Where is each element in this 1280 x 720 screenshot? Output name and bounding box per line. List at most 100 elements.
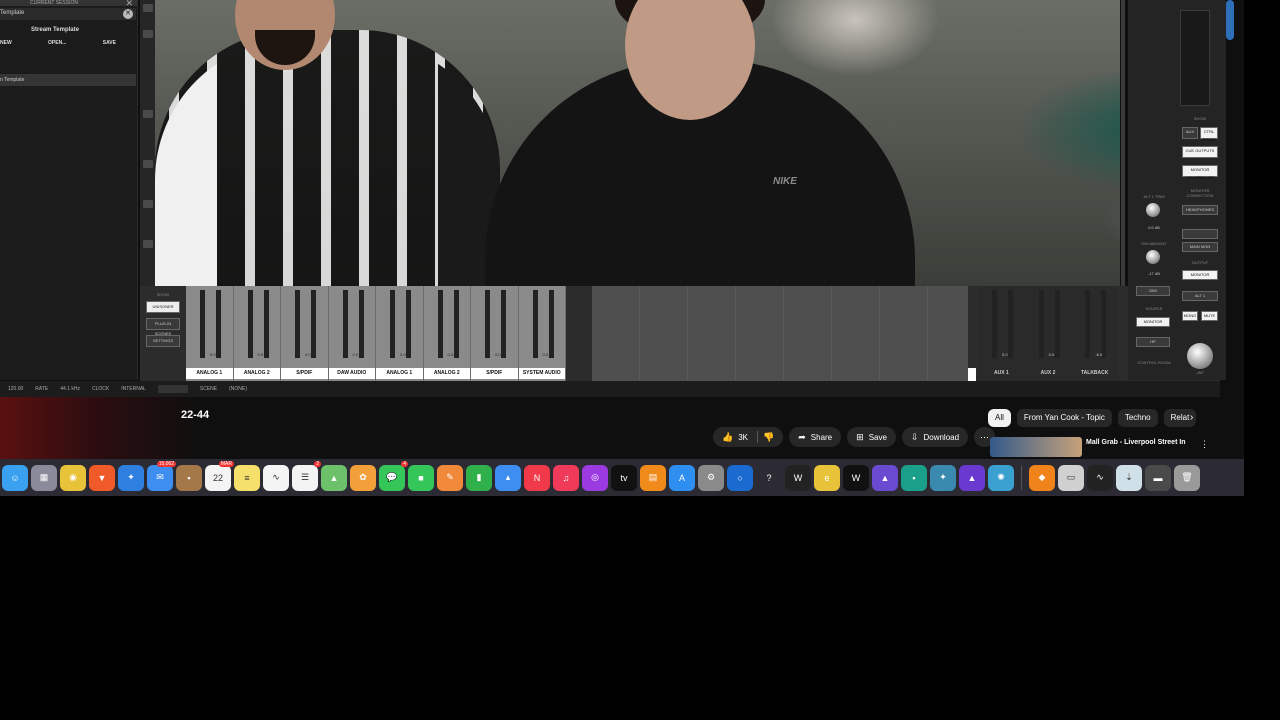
share-button[interactable]: ➦ Share bbox=[789, 427, 842, 447]
wsb-icon[interactable]: W bbox=[785, 464, 811, 491]
source-monitor-button[interactable]: MONITOR bbox=[1136, 317, 1170, 327]
monitor-output-button[interactable]: MONITOR bbox=[1182, 270, 1218, 280]
podcasts-icon[interactable]: ◎ bbox=[582, 464, 608, 491]
aux-strip[interactable]: 0.0 AUX 2 bbox=[1024, 286, 1072, 381]
strip-button[interactable] bbox=[143, 240, 153, 248]
facetime-icon[interactable]: ■ bbox=[408, 464, 434, 491]
channel-strip[interactable]: 0.0 ANALOG 2 bbox=[423, 286, 471, 381]
main-mon-button[interactable]: MAIN MON bbox=[1182, 242, 1218, 252]
mute-button[interactable]: MUTE bbox=[1201, 311, 1218, 321]
channel-strip[interactable]: 0.0 ANALOG 1 bbox=[186, 286, 234, 381]
notes-brown-icon[interactable]: ▪ bbox=[176, 464, 202, 491]
recommended-thumbnail[interactable] bbox=[990, 437, 1082, 457]
email-e-icon[interactable]: e bbox=[814, 464, 840, 491]
proton-icon[interactable]: ○ bbox=[727, 464, 753, 491]
alt1-button[interactable]: ALT 1 bbox=[1182, 291, 1218, 301]
photos-icon[interactable]: ✿ bbox=[350, 464, 376, 491]
ctrl-room-button[interactable]: CTRL ROOM bbox=[1200, 127, 1218, 142]
ua-console-icon[interactable]: ✦ bbox=[930, 464, 956, 491]
terminal-app-icon[interactable]: ▪ bbox=[901, 464, 927, 491]
news-icon[interactable]: N bbox=[524, 464, 550, 491]
channel-strip[interactable]: 0.0 S/PDIF bbox=[281, 286, 329, 381]
aux-strip[interactable]: 0.0 AUX 1 bbox=[978, 286, 1025, 381]
messages-icon[interactable]: 💬 4 bbox=[379, 460, 408, 491]
tempo-value[interactable]: 120.00 bbox=[8, 386, 23, 392]
mail-icon[interactable]: ✉ 15,062 bbox=[147, 460, 176, 491]
video-player[interactable]: NIKE bbox=[155, 0, 1120, 286]
cue-outputs-button[interactable]: CUE OUTPUTS bbox=[1182, 146, 1218, 158]
clear-icon[interactable]: ✕ bbox=[123, 9, 133, 19]
aux-strip[interactable]: -6.0 TALKBACK bbox=[1071, 286, 1119, 381]
chip-techno[interactable]: Techno bbox=[1117, 409, 1158, 427]
session-list-item[interactable]: n Template bbox=[0, 74, 136, 86]
mono-button[interactable]: MONO bbox=[1182, 311, 1198, 321]
open-button[interactable]: OPEN... bbox=[48, 40, 66, 46]
downloads-icon[interactable]: ⇣ bbox=[1116, 464, 1142, 491]
calendar-icon[interactable]: 22 MAR bbox=[205, 460, 234, 491]
strip-button[interactable] bbox=[143, 200, 153, 208]
channel-name[interactable]: ANALOG 1 bbox=[376, 368, 423, 379]
unisoner-button[interactable]: UNISONER bbox=[146, 301, 180, 313]
appstore-icon[interactable]: A bbox=[669, 464, 695, 491]
pages-icon[interactable]: ✎ bbox=[437, 464, 463, 491]
dim-amount-knob[interactable] bbox=[1146, 250, 1160, 264]
channel-strip[interactable]: 0.0 S/PDIF bbox=[471, 286, 519, 381]
channel-strip[interactable]: 0.0 DAW AUDIO bbox=[328, 286, 376, 381]
like-button[interactable]: 👍 3K 👎 bbox=[713, 427, 784, 447]
chevron-right-icon[interactable]: › bbox=[1190, 412, 1193, 423]
alt-trim-knob[interactable] bbox=[1146, 203, 1160, 217]
headphones-button[interactable]: HEADPHONES bbox=[1182, 205, 1218, 215]
keynote-icon[interactable]: ▴ bbox=[495, 464, 521, 491]
folder-icon[interactable]: ▬ bbox=[1145, 464, 1171, 491]
numbers-icon[interactable]: ▮ bbox=[466, 464, 492, 491]
channel-name[interactable]: S/PDIF bbox=[281, 368, 328, 379]
save-button[interactable]: ⊞ Save bbox=[847, 427, 896, 447]
appletv-icon[interactable]: tv bbox=[611, 464, 637, 491]
fl-studio-icon[interactable]: ◆ bbox=[1029, 464, 1055, 491]
dim-button[interactable]: DIM bbox=[1136, 286, 1170, 296]
rate-value[interactable]: 44.1 kHz bbox=[60, 386, 80, 392]
books-icon[interactable]: ▤ bbox=[640, 464, 666, 491]
safari-icon[interactable]: ✦ bbox=[118, 464, 144, 491]
brave-icon[interactable]: ▼ bbox=[89, 464, 115, 491]
reminders-icon[interactable]: ☰ 2 bbox=[292, 460, 321, 491]
settings-button[interactable]: SETTINGS bbox=[146, 335, 180, 347]
hp-button[interactable]: HP bbox=[1136, 337, 1170, 347]
channel-name[interactable]: ANALOG 2 bbox=[423, 368, 470, 379]
activity-monitor-icon[interactable]: ∿ bbox=[1087, 464, 1113, 491]
channel-name[interactable]: SYSTEM AUDIO bbox=[518, 368, 565, 379]
monitor-level-knob[interactable] bbox=[1187, 343, 1213, 369]
channel-name[interactable]: S/PDIF bbox=[471, 368, 518, 379]
strip-button[interactable] bbox=[143, 4, 153, 12]
luna-icon[interactable]: ✺ bbox=[988, 464, 1014, 491]
video-scroll-track[interactable] bbox=[1121, 0, 1125, 290]
template-row[interactable]: Template bbox=[0, 8, 136, 20]
help-icon[interactable]: ? bbox=[756, 464, 782, 491]
chip-from-yan-cook[interactable]: From Yan Cook - Topic bbox=[1016, 409, 1112, 427]
strip-button[interactable] bbox=[143, 30, 153, 38]
save-session-button[interactable]: SAVE bbox=[103, 40, 116, 46]
chrome-icon[interactable]: ◉ bbox=[60, 464, 86, 491]
recommended-title[interactable]: Mall Grab - Liverpool Street In bbox=[1086, 439, 1186, 446]
pro-tools-icon[interactable]: ▲ bbox=[959, 464, 985, 491]
more-vertical-icon[interactable]: ⋮ bbox=[1200, 439, 1209, 450]
trash-icon[interactable]: 🗑 bbox=[1174, 464, 1200, 491]
spare-button[interactable] bbox=[1182, 229, 1218, 239]
level-slider[interactable] bbox=[157, 385, 188, 393]
download-button[interactable]: ⇩ Download bbox=[901, 427, 969, 447]
finder-icon[interactable]: ☺ bbox=[2, 464, 28, 491]
launchpad-icon[interactable]: ▦ bbox=[31, 464, 57, 491]
plugin-scenes-button[interactable]: PLUG-IN SCENES bbox=[146, 318, 180, 336]
maps-icon[interactable]: ▲ bbox=[321, 464, 347, 491]
strip-button[interactable] bbox=[143, 160, 153, 168]
channel-strip[interactable]: 0.0 ANALOG 1 bbox=[376, 286, 424, 381]
scrollbar-thumb[interactable] bbox=[1226, 0, 1234, 40]
monitor-controller-button[interactable]: MONITOR CONTROLLER bbox=[1182, 165, 1218, 180]
chip-all[interactable]: All bbox=[988, 409, 1011, 427]
channel-name[interactable]: DAW AUDIO bbox=[328, 368, 375, 379]
strip-button[interactable] bbox=[143, 110, 153, 118]
clock-value[interactable]: INTERNAL bbox=[121, 386, 146, 392]
channel-name[interactable]: ANALOG 1 bbox=[186, 368, 233, 379]
ua-connect-icon[interactable]: ▲ bbox=[872, 464, 898, 491]
aux-button[interactable]: AUX bbox=[1182, 127, 1198, 139]
